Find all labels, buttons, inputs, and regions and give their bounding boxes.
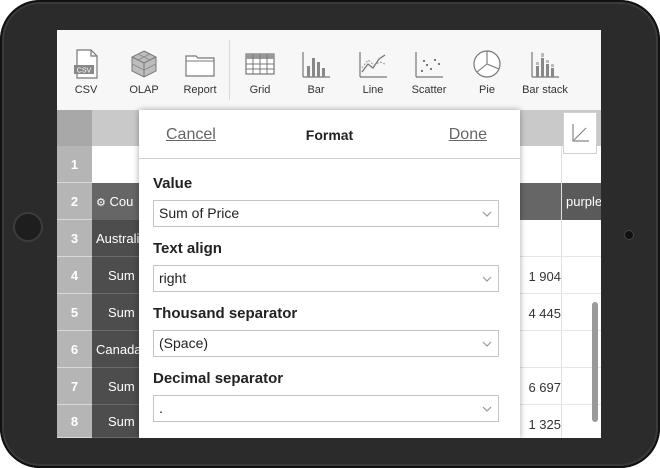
grid-row-divider [519,367,601,368]
row-field-header[interactable]: ⚙ Cou [92,183,142,220]
column-value-header [519,183,561,220]
decimal-separator-select[interactable]: . [153,395,499,422]
bar-label: Bar [307,84,325,96]
grid-row-divider [519,330,601,331]
olap-button[interactable]: OLAP [127,48,161,96]
grid-button[interactable]: Grid [245,48,275,96]
thousand-separator-select[interactable]: (Space) [153,330,499,357]
bar-stack-icon [531,52,559,78]
value-cell[interactable]: 4 445 [519,306,561,321]
member-canada[interactable]: Canada [92,331,142,368]
bar-button[interactable]: Bar [301,48,331,96]
row-number-3[interactable]: 3 [57,220,92,257]
value-select-text: Sum of Price [159,205,240,221]
grid-label: Grid [249,84,271,96]
csv-button[interactable]: CSV CSV [71,48,101,96]
tablet-bezel: CSV CSV OLAP Report Grid Bar Line Scatte… [0,0,660,468]
measure-sum-label: Sum [92,368,142,405]
olap-label: OLAP [129,84,159,96]
decimal-separator-select-text: . [159,400,163,416]
home-button[interactable] [13,212,43,242]
scatter-button[interactable]: Scatter [411,48,447,96]
row-number-7[interactable]: 7 [57,368,92,405]
text-align-field-label: Text align [153,240,222,257]
row-number-4[interactable]: 4 [57,257,92,294]
csv-badge-text: CSV [77,68,92,75]
thousand-separator-field-label: Thousand separator [153,305,298,322]
bar-stack-label: Bar stack [522,84,568,96]
grid-column-divider [561,146,562,438]
member-australia[interactable]: Australia [92,220,142,257]
pie-label: Pie [479,84,495,96]
pie-button[interactable]: Pie [472,48,502,96]
done-button[interactable]: Done [449,126,487,144]
csv-label: CSV [74,84,98,96]
format-dialog: Format Cancel Done Value Sum of Price Te… [139,110,520,438]
row-field-label: Cou [109,194,134,209]
value-cell[interactable]: 6 697 [519,380,561,395]
measure-sum-label: Sum [92,257,142,294]
report-folder-icon [185,55,215,77]
format-dialog-header: Format Cancel Done [139,110,520,159]
row-number-1[interactable]: 1 [57,146,92,183]
grid-row-divider [519,256,601,257]
row-number-2[interactable]: 2 [57,183,92,220]
scatter-label: Scatter [411,84,447,96]
column-member-header[interactable]: purple [562,183,601,220]
vertical-scrollbar[interactable] [592,302,598,422]
chart-axis-icon [572,124,589,142]
grid-corner [57,110,92,146]
scatter-chart-icon [415,52,443,78]
thousand-separator-select-text: (Space) [159,335,209,351]
measure-sum-label: Sum [92,405,142,438]
chevron-down-icon [482,211,492,217]
chevron-down-icon [482,406,492,412]
app-screen: CSV CSV OLAP Report Grid Bar Line Scatte… [57,30,601,438]
report-button[interactable]: Report [182,48,218,96]
pie-chart-icon [473,50,501,78]
value-cell[interactable]: 1 904 [519,269,561,284]
camera-icon [624,230,634,240]
olap-cube-icon [131,50,157,78]
value-select[interactable]: Sum of Price [153,200,499,227]
chevron-down-icon [482,341,492,347]
bar-stack-button[interactable]: Bar stack [520,48,570,96]
report-label: Report [183,84,217,96]
value-field-label: Value [153,175,193,192]
line-label: Line [362,84,384,96]
row-number-5[interactable]: 5 [57,294,92,331]
csv-file-icon: CSV [74,49,98,79]
line-chart-icon [359,52,387,78]
gear-icon[interactable]: ⚙ [96,197,106,209]
row-number-8[interactable]: 8 [57,405,92,438]
row-number-6[interactable]: 6 [57,331,92,368]
grid-row-divider [519,404,601,405]
chevron-down-icon [482,276,492,282]
toolbar-separator [229,40,230,100]
grid-icon [245,53,275,75]
line-button[interactable]: Line [358,48,388,96]
measure-sum-label: Sum [92,294,142,331]
decimal-separator-field-label: Decimal separator [153,370,284,387]
text-align-select[interactable]: right [153,265,499,292]
toolbar: CSV CSV OLAP Report Grid Bar Line Scatte… [57,30,601,111]
grid-row-divider [519,293,601,294]
bar-chart-icon [302,52,330,78]
value-cell[interactable]: 1 325 [519,417,561,432]
cancel-button[interactable]: Cancel [166,126,216,144]
text-align-select-text: right [159,270,187,286]
chart-toggle-button[interactable] [563,112,597,154]
